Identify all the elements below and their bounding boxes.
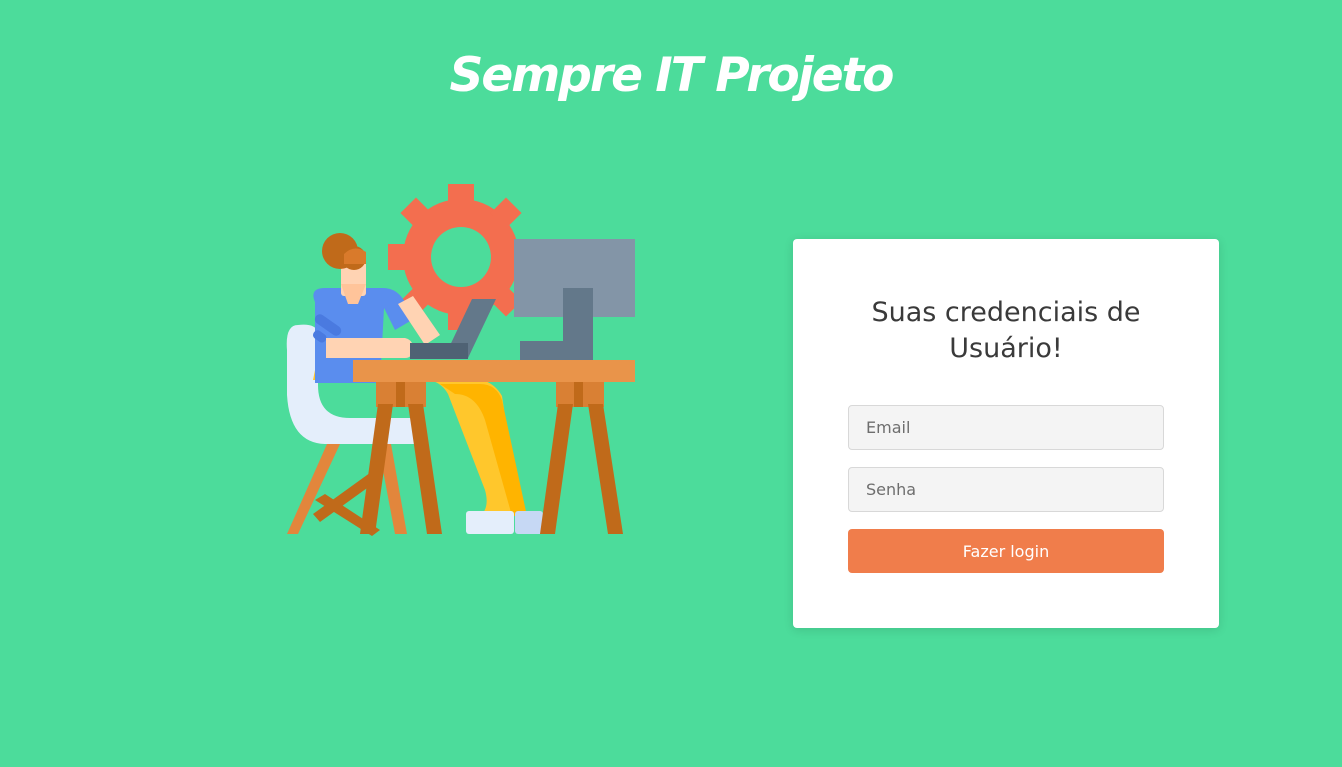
person-at-desk-illustration [286, 184, 635, 536]
login-heading: Suas credenciais de Usuário! [871, 297, 1141, 364]
password-field[interactable] [848, 467, 1164, 512]
brand-title: Sempre IT Projeto [449, 48, 895, 103]
email-field[interactable] [848, 405, 1164, 450]
login-card: Suas credenciais de Usuário! Fazer login [793, 239, 1219, 628]
login-button[interactable]: Fazer login [848, 529, 1164, 573]
monitor-icon [514, 239, 635, 360]
